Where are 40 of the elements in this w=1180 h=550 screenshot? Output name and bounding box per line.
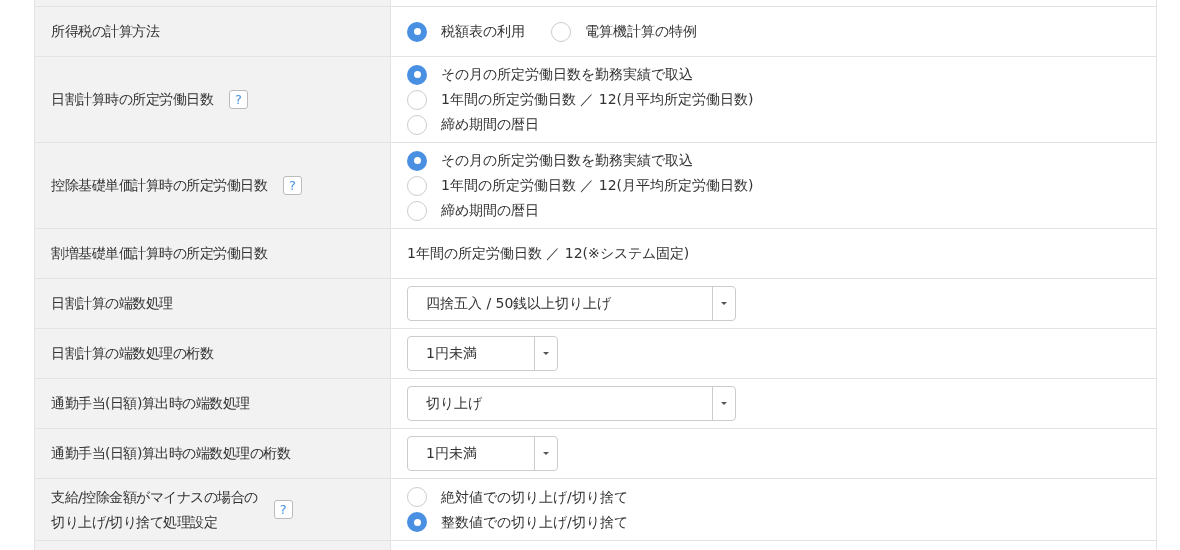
help-icon[interactable]: ? bbox=[273, 500, 293, 519]
select-dropdown[interactable]: 1円未満 bbox=[407, 436, 558, 471]
select-dropdown[interactable]: 切り上げ bbox=[407, 386, 736, 421]
radio-option[interactable]: 税額表の利用 bbox=[407, 19, 525, 44]
radio-button[interactable] bbox=[407, 200, 427, 221]
setting-value: 1年間の所定労働日数 ／ 12(※システム固定) bbox=[407, 244, 690, 263]
radio-option[interactable]: その月の所定労働日数を勤務実績で取込 bbox=[407, 62, 754, 87]
radio-button[interactable] bbox=[407, 114, 427, 135]
radio-button[interactable] bbox=[407, 64, 427, 85]
caret-icon bbox=[721, 302, 727, 305]
select-dropdown[interactable]: 四捨五入 / 50銭以上切り上げ bbox=[407, 286, 736, 321]
radio-button[interactable] bbox=[551, 21, 571, 42]
radio-option[interactable]: 絶対値での切り上げ/切り捨て bbox=[407, 484, 628, 510]
radio-option[interactable]: 整数値での切り上げ/切り捨て bbox=[407, 509, 628, 535]
radio-option[interactable]: 1年間の所定労働日数 ／ 12(月平均所定労働日数) bbox=[407, 173, 754, 198]
caret-icon bbox=[721, 402, 727, 405]
setting-label: 通勤手当(日額)算出時の端数処理の桁数 bbox=[51, 444, 291, 463]
select-dropdown[interactable]: 1円未満 bbox=[407, 336, 558, 371]
setting-label: 通勤手当(日額)算出時の端数処理 bbox=[51, 394, 250, 413]
setting-label: 支給/控除金額がマイナスの場合の bbox=[51, 487, 258, 507]
setting-label: 日割計算の端数処理 bbox=[51, 294, 173, 313]
radio-button[interactable] bbox=[407, 150, 427, 171]
radio-button[interactable] bbox=[407, 175, 427, 196]
radio-option[interactable]: 1年間の所定労働日数 ／ 12(月平均所定労働日数) bbox=[407, 87, 754, 112]
setting-label: 控除基礎単価計算時の所定労働日数 bbox=[51, 176, 267, 195]
setting-label: 日割計算時の所定労働日数 bbox=[51, 90, 213, 109]
caret-icon bbox=[543, 452, 549, 455]
radio-button[interactable] bbox=[407, 89, 427, 110]
radio-option[interactable]: 電算機計算の特例 bbox=[551, 19, 697, 44]
caret-icon bbox=[543, 352, 549, 355]
radio-button[interactable] bbox=[407, 487, 427, 507]
radio-button[interactable] bbox=[407, 21, 427, 42]
radio-option[interactable]: 締め期間の暦日 bbox=[407, 112, 754, 137]
setting-label: 割増基礎単価計算時の所定労働日数 bbox=[51, 244, 267, 263]
radio-option[interactable]: 締め期間の暦日 bbox=[407, 198, 754, 223]
radio-button[interactable] bbox=[407, 512, 427, 532]
setting-label: 所得税の計算方法 bbox=[51, 22, 159, 41]
setting-label: 日割計算の端数処理の桁数 bbox=[51, 344, 213, 363]
radio-option[interactable]: その月の所定労働日数を勤務実績で取込 bbox=[407, 148, 754, 173]
setting-label: 切り上げ/切り捨て処理設定 bbox=[51, 512, 219, 532]
